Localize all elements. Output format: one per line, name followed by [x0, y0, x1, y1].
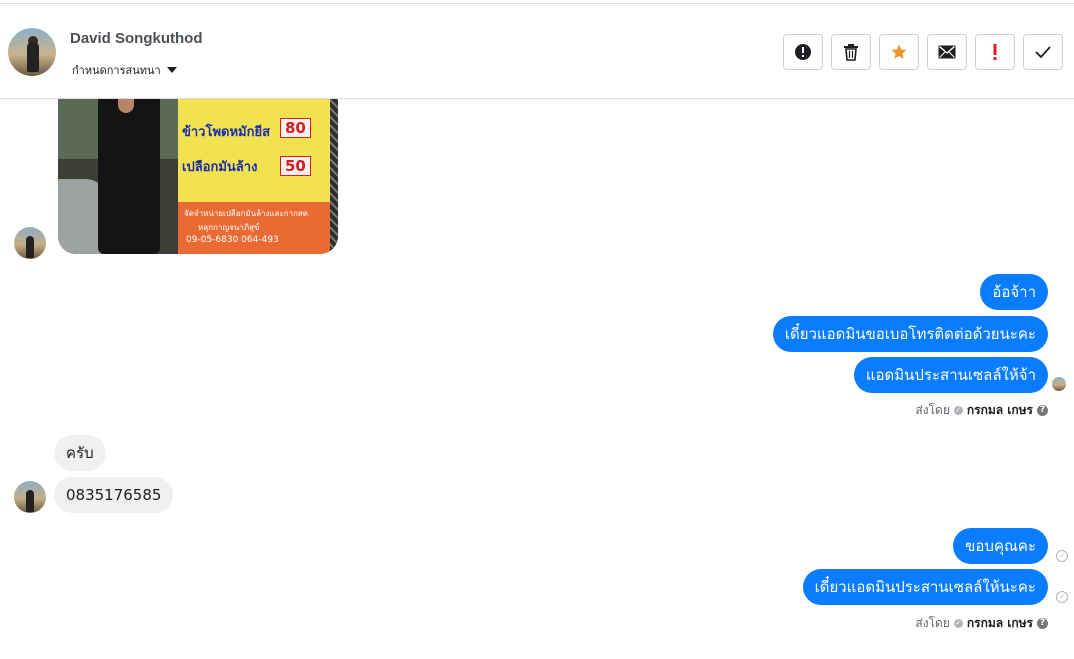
help-icon[interactable]: ?: [1037, 405, 1048, 416]
sent-by-prefix: ส่งโดย: [915, 616, 950, 630]
sent-by-line: ส่งโดย ✓ กรกมล เกษร ?: [915, 614, 1048, 633]
verified-check-icon: ✓: [953, 619, 963, 628]
exclamation-icon: [993, 44, 997, 60]
envelope-icon: [938, 45, 956, 59]
seen-avatar: [1052, 377, 1066, 391]
incoming-message[interactable]: ครับ: [54, 435, 106, 471]
help-icon[interactable]: ?: [1037, 618, 1048, 629]
star-icon: [891, 44, 907, 59]
shared-photo[interactable]: ข้าวโพดหมักยีส 80 เปลือกมันล้าง 50 จัดจำ…: [58, 99, 338, 254]
incoming-message[interactable]: 0835176585: [54, 477, 174, 513]
sent-by-agent[interactable]: กรกมล เกษร: [967, 614, 1033, 633]
sign-price-1: 80: [280, 118, 311, 138]
assign-conversation-dropdown[interactable]: กำหนดการสนทนา: [72, 61, 177, 79]
caret-down-icon: [166, 67, 177, 73]
outgoing-message[interactable]: เดี๋ยวแอดมินประสานเซลล์ให้นะคะ: [802, 569, 1048, 605]
sent-by-line: ส่งโดย ✓ กรกมล เกษร ?: [915, 401, 1048, 420]
sign-small-text-2: หลุกกาญจนาภิสุข์: [198, 223, 260, 232]
conversation-header: David Songkuthod กำหนดการสนทนา: [0, 4, 1074, 99]
contact-avatar-small: [14, 227, 46, 259]
star-button[interactable]: [879, 34, 919, 70]
sign-phone: 09-05-6830 064-493: [186, 235, 279, 245]
contact-avatar-small: [14, 481, 46, 513]
sent-by-agent[interactable]: กรกมล เกษร: [967, 401, 1033, 420]
sign-price-2: 50: [280, 156, 311, 176]
header-actions: [783, 34, 1063, 70]
verified-check-icon: ✓: [953, 406, 963, 415]
check-icon: [1035, 46, 1051, 59]
sent-status-icon: ✓: [1056, 591, 1068, 603]
sign-line-2: เปลือกมันล้าง: [182, 160, 258, 175]
sign-small-text-1: จัดจำหน่ายเปลือกมันล้างและกากสด: [184, 209, 309, 218]
exclamation-circle-icon: [795, 44, 811, 60]
sent-status-icon: ✓: [1056, 550, 1068, 562]
contact-avatar[interactable]: [8, 28, 56, 76]
sent-by-prefix: ส่งโดย: [915, 403, 950, 417]
contact-name[interactable]: David Songkuthod: [70, 30, 203, 47]
sign-line-1: ข้าวโพดหมักยีส: [182, 125, 271, 140]
outgoing-message[interactable]: อ้อจ้าา: [980, 274, 1048, 310]
important-button[interactable]: [975, 34, 1015, 70]
mark-unread-button[interactable]: [927, 34, 967, 70]
delete-button[interactable]: [831, 34, 871, 70]
report-button[interactable]: [783, 34, 823, 70]
outgoing-message[interactable]: แอดมินประสานเซลล์ให้จ้า: [853, 357, 1048, 393]
trash-icon: [844, 44, 858, 61]
outgoing-message[interactable]: ขอบคุณคะ: [953, 528, 1048, 564]
outgoing-message[interactable]: เดี๋ยวแอดมินขอเบอโทรติดต่อด้วยนะคะ: [772, 316, 1048, 352]
assign-label: กำหนดการสนทนา: [72, 64, 161, 77]
done-button[interactable]: [1023, 34, 1063, 70]
